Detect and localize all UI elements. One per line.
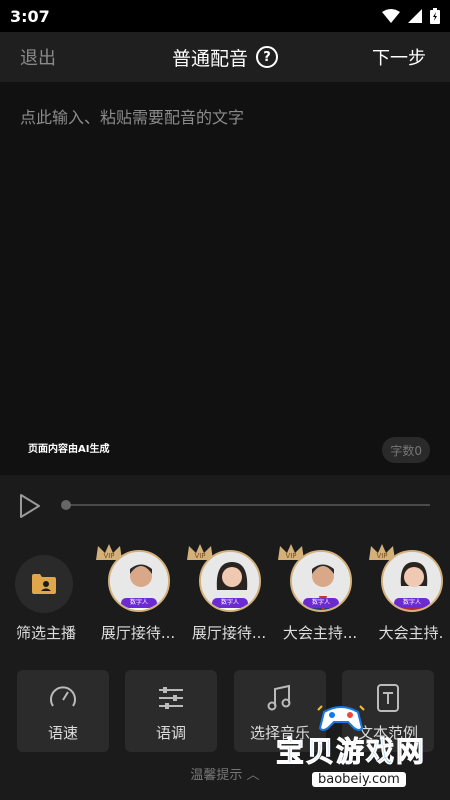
anchor-avatar: 数字人 (108, 550, 170, 612)
speed-button[interactable]: 语速 (17, 670, 109, 752)
watermark-url: baobeiy.com (312, 772, 406, 787)
anchor-list: 筛选主播 VIP 数字人 展厅接待... VIP 数字人 展厅接待... VIP… (0, 540, 450, 650)
word-count-badge: 字数0 (382, 437, 430, 463)
anchor-label: 展厅接待... (100, 624, 176, 642)
progress-thumb[interactable] (61, 500, 71, 510)
audio-player (0, 475, 450, 535)
svg-text:VIP: VIP (103, 552, 114, 560)
svg-text:VIP: VIP (194, 552, 205, 560)
digital-human-tag: 数字人 (303, 598, 339, 608)
anchor-label: 大会主持. (378, 624, 444, 642)
status-icons (382, 8, 440, 24)
digital-human-tag: 数字人 (212, 598, 248, 608)
digital-human-tag: 数字人 (121, 598, 157, 608)
anchor-label: 大会主持... (282, 624, 358, 642)
filter-folder-icon (32, 574, 56, 594)
anchor-avatar: 数字人 (381, 550, 443, 612)
site-watermark: 宝贝游戏网 baobeiy.com (275, 700, 436, 795)
ai-generated-note: 页面内容由AI生成 (28, 444, 110, 455)
svg-text:VIP: VIP (376, 552, 387, 560)
digital-human-tag: 数字人 (394, 598, 430, 608)
signal-icon (408, 9, 422, 23)
watermark-title: 宝贝游戏网 (275, 735, 427, 769)
intonation-label: 语调 (155, 724, 186, 742)
text-input-placeholder: 点此输入、粘贴需要配音的文字 (20, 108, 245, 127)
page-title: 普通配音 (171, 47, 248, 70)
battery-icon (430, 8, 440, 24)
progress-track[interactable] (66, 504, 430, 506)
anchor-avatar: 数字人 (199, 550, 261, 612)
speed-gauge-icon (50, 686, 76, 707)
status-bar: 3:07 (0, 0, 450, 32)
svg-text:VIP: VIP (285, 552, 296, 560)
speed-label: 语速 (47, 724, 78, 742)
anchor-label: 展厅接待... (191, 624, 267, 642)
status-time: 3:07 (10, 6, 50, 26)
header-bar: 退出 普通配音 ? 下一步 (0, 32, 450, 82)
equalizer-sliders-icon (159, 687, 183, 709)
filter-circle[interactable] (15, 555, 73, 613)
filter-anchor-label: 筛选主播 (15, 624, 76, 642)
help-icon[interactable]: ? (256, 46, 278, 68)
intonation-button[interactable]: 语调 (125, 670, 217, 752)
gamepad-logo-icon (317, 705, 365, 731)
next-step-button[interactable]: 下一步 (372, 44, 426, 70)
play-icon[interactable] (18, 493, 42, 519)
wifi-icon (382, 9, 400, 23)
text-input-area[interactable]: 点此输入、粘贴需要配音的文字 页面内容由AI生成 字数0 (0, 82, 450, 475)
anchor-avatar: 数字人 (290, 550, 352, 612)
